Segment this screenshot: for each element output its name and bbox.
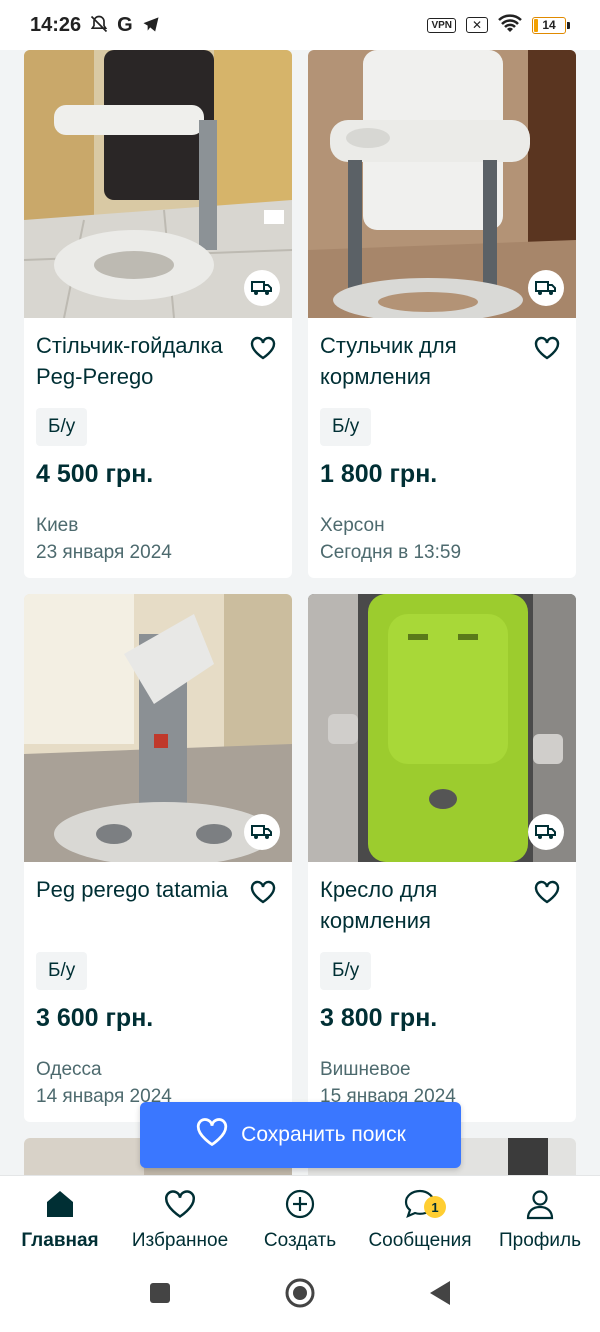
listing-title[interactable]: Peg perego tatamia bbox=[36, 874, 236, 905]
condition-badge: Б/у bbox=[320, 408, 372, 446]
favorite-heart-icon[interactable] bbox=[534, 336, 560, 360]
listing-price: 3 600 грн. bbox=[36, 1004, 154, 1032]
nav-label: Создать bbox=[263, 1230, 337, 1251]
bottom-navigation: Главная Избранное Создать 1 Сообщения Пр… bbox=[0, 1175, 600, 1259]
condition-badge: Б/у bbox=[36, 408, 88, 446]
listing-card[interactable]: Кресло для кормления Б/у 3 800 грн. Вишн… bbox=[308, 594, 576, 1122]
nav-label: Сообщения bbox=[368, 1230, 472, 1251]
home-icon bbox=[42, 1186, 78, 1222]
listing-price: 4 500 грн. bbox=[36, 460, 154, 488]
favorite-heart-icon[interactable] bbox=[250, 336, 276, 360]
condition-badge: Б/у bbox=[320, 952, 372, 990]
plus-circle-icon bbox=[282, 1186, 318, 1222]
listing-photo[interactable] bbox=[308, 50, 576, 318]
listing-date: Сегодня в 13:59 bbox=[320, 542, 462, 563]
battery-icon: 14 bbox=[532, 16, 570, 34]
no-sim-icon: ✕ bbox=[466, 17, 488, 33]
battery-fill bbox=[534, 18, 539, 32]
save-search-button[interactable]: Сохранить поиск bbox=[140, 1102, 461, 1168]
nav-favorites[interactable]: Избранное bbox=[120, 1176, 240, 1259]
nav-label: Избранное bbox=[131, 1230, 229, 1251]
listing-date: 23 января 2024 bbox=[36, 542, 172, 563]
heart-icon bbox=[195, 1117, 229, 1153]
telegram-icon bbox=[141, 14, 161, 37]
delivery-truck-icon bbox=[244, 814, 280, 850]
nav-profile[interactable]: Профиль bbox=[480, 1176, 600, 1259]
listing-photo[interactable] bbox=[24, 50, 292, 318]
listing-card[interactable]: Peg perego tatamia Б/у 3 600 грн. Одесса… bbox=[24, 594, 292, 1122]
vpn-icon: VPN bbox=[427, 17, 456, 33]
listing-photo[interactable] bbox=[24, 594, 292, 862]
listing-title[interactable]: Стільчик-гойдалка Peg-Perego bbox=[36, 330, 236, 392]
listing-city: Одесса bbox=[36, 1059, 102, 1080]
recents-button[interactable] bbox=[140, 1276, 180, 1316]
system-navigation bbox=[0, 1259, 600, 1332]
save-search-label: Сохранить поиск bbox=[241, 1123, 406, 1146]
listing-city: Вишневое bbox=[320, 1059, 411, 1080]
delivery-truck-icon bbox=[244, 270, 280, 306]
condition-badge: Б/у bbox=[36, 952, 88, 990]
messages-badge: 1 bbox=[424, 1196, 446, 1218]
status-time: 14:26 bbox=[30, 13, 82, 36]
muted-bell-icon bbox=[89, 14, 109, 37]
nav-messages[interactable]: 1 Сообщения bbox=[360, 1176, 480, 1259]
circle-icon bbox=[284, 1277, 316, 1314]
favorite-heart-icon[interactable] bbox=[250, 880, 276, 904]
listing-price: 3 800 грн. bbox=[320, 1004, 438, 1032]
listing-card[interactable]: Стульчик для кормления Б/у 1 800 грн. Хе… bbox=[308, 50, 576, 578]
listing-title[interactable]: Кресло для кормления bbox=[320, 874, 520, 936]
delivery-truck-icon bbox=[528, 814, 564, 850]
delivery-truck-icon bbox=[528, 270, 564, 306]
listing-card[interactable]: Стільчик-гойдалка Peg-Perego Б/у 4 500 г… bbox=[24, 50, 292, 578]
listing-title[interactable]: Стульчик для кормления bbox=[320, 330, 520, 392]
back-triangle-icon bbox=[428, 1280, 452, 1311]
back-button[interactable] bbox=[420, 1276, 460, 1316]
wifi-icon bbox=[498, 13, 522, 37]
listing-city: Херсон bbox=[320, 515, 385, 536]
square-icon bbox=[149, 1282, 171, 1309]
nav-label: Профиль bbox=[498, 1230, 582, 1251]
heart-icon bbox=[162, 1186, 198, 1222]
google-icon: G bbox=[117, 13, 133, 36]
listing-city: Киев bbox=[36, 515, 79, 536]
nav-create[interactable]: Создать bbox=[240, 1176, 360, 1259]
listing-photo[interactable] bbox=[308, 594, 576, 862]
profile-icon bbox=[522, 1186, 558, 1222]
nav-label: Главная bbox=[21, 1230, 99, 1251]
status-bar: 14:26 G VPN ✕ 14 bbox=[0, 0, 600, 50]
chat-icon: 1 bbox=[402, 1186, 446, 1222]
listing-price: 1 800 грн. bbox=[320, 460, 438, 488]
home-button[interactable] bbox=[280, 1276, 320, 1316]
nav-home[interactable]: Главная bbox=[0, 1176, 120, 1259]
favorite-heart-icon[interactable] bbox=[534, 880, 560, 904]
